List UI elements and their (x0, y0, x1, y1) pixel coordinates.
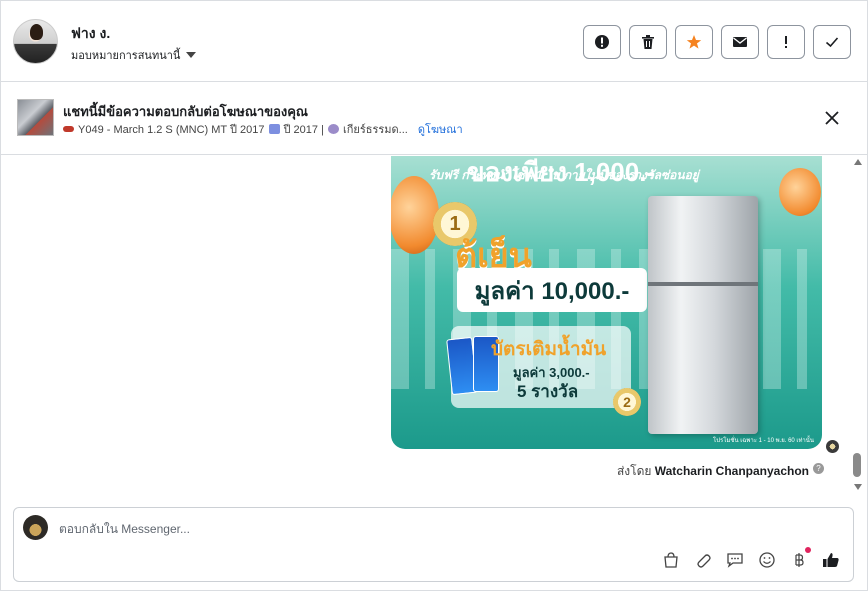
delete-button[interactable] (629, 25, 667, 59)
scroll-thumb[interactable] (853, 453, 861, 477)
like-icon[interactable] (822, 551, 840, 569)
caret-down-icon (186, 52, 197, 58)
conversation-toolbar (583, 25, 851, 59)
prize2-count: 5 รางวัล (517, 382, 579, 401)
follow-up-button[interactable] (767, 25, 805, 59)
spam-button[interactable] (583, 25, 621, 59)
trash-icon (642, 35, 654, 49)
sent-by-label: ส่งโดย Watcharin Chanpanyachon (1, 462, 809, 481)
star-icon (686, 35, 702, 49)
gear-icon (327, 124, 339, 134)
prize2-card: บัตรเติมน้ำมัน มูลค่า 3,000.- 5 รางวัล (446, 326, 631, 408)
sent-by-prefix: ส่งโดย (616, 464, 652, 478)
ad-model: Y049 - March 1.2 S (MNC) MT ปี 2017 (78, 124, 265, 136)
alert-circle-icon (595, 35, 609, 49)
page-avatar (23, 515, 48, 540)
conversation-header: ฟาง ง. มอบหมายการสนทนานี้ (1, 1, 867, 82)
message-thread: ของเพียง 1,000.- รับฟรี กระทงนำโชค 1 ใบ … (1, 156, 867, 496)
composer-actions (662, 547, 840, 569)
contact-avatar[interactable] (13, 19, 58, 64)
ad-thumbnail (17, 99, 54, 136)
promo-free-text: รับฟรี กระทงนำโชค 1 ใบ ภายในมีของรางวัลซ… (429, 168, 699, 182)
check-icon (825, 37, 839, 48)
fridge-image (648, 196, 758, 434)
ad-gear: เกียร์ธรรมด... (342, 124, 408, 136)
promo-image-message[interactable]: ของเพียง 1,000.- รับฟรี กระทงนำโชค 1 ใบ … (391, 156, 822, 449)
envelope-icon (733, 37, 747, 47)
saved-reply-icon[interactable] (726, 551, 744, 569)
contact-name[interactable]: ฟาง ง. (71, 23, 110, 45)
medal-2-badge: 2 (613, 388, 641, 416)
close-icon[interactable] (823, 109, 841, 127)
ad-context-bar: แชทนี้มีข้อความตอบกลับต่อโฆษณาของคุณ Y04… (1, 83, 867, 155)
seen-avatar (826, 440, 839, 453)
info-icon[interactable]: ? (813, 463, 824, 474)
calendar-icon (268, 124, 280, 134)
baht-icon[interactable] (790, 547, 811, 569)
lantern-left-image (391, 176, 439, 254)
mark-unread-button[interactable] (721, 25, 759, 59)
lantern-right-image (779, 168, 821, 216)
prize1-value: มูลค่า 10,000.- (457, 268, 647, 312)
done-button[interactable] (813, 25, 851, 59)
scroll-down-icon[interactable] (854, 484, 862, 490)
inbox-conversation-panel: ฟาง ง. มอบหมายการสนทนานี้ แชทนี้มีข้อควา… (0, 0, 868, 591)
paperclip-icon[interactable] (694, 551, 712, 569)
emoji-icon[interactable] (758, 551, 776, 569)
prize2-title: บัตรเติมน้ำมัน (491, 339, 607, 360)
promo-fine-print: โปรโมชั่น เฉพาะ 1 - 10 พ.ย. 60 เท่านั้น (712, 438, 814, 444)
bag-icon[interactable] (662, 551, 680, 569)
star-button[interactable] (675, 25, 713, 59)
view-ad-link[interactable]: ดูโฆษณา (418, 120, 463, 138)
scroll-up-icon[interactable] (854, 159, 862, 165)
car-icon (63, 126, 74, 132)
assign-label: มอบหมายการสนทนานี้ (71, 50, 181, 62)
assign-conversation-dropdown[interactable]: มอบหมายการสนทนานี้ (71, 46, 197, 64)
ad-title: แชทนี้มีข้อความตอบกลับต่อโฆษณาของคุณ (63, 104, 308, 119)
exclamation-icon (785, 36, 787, 48)
sent-by-name: Watcharin Chanpanyachon (654, 464, 809, 478)
ad-subtitle: Y049 - March 1.2 S (MNC) MT ปี 2017 ปี 2… (63, 120, 463, 138)
reply-input[interactable] (59, 522, 559, 536)
reply-composer (13, 507, 854, 582)
notification-dot (805, 547, 811, 553)
thread-scrollbar[interactable] (851, 156, 865, 496)
ad-year: ปี 2017 | (283, 124, 324, 136)
